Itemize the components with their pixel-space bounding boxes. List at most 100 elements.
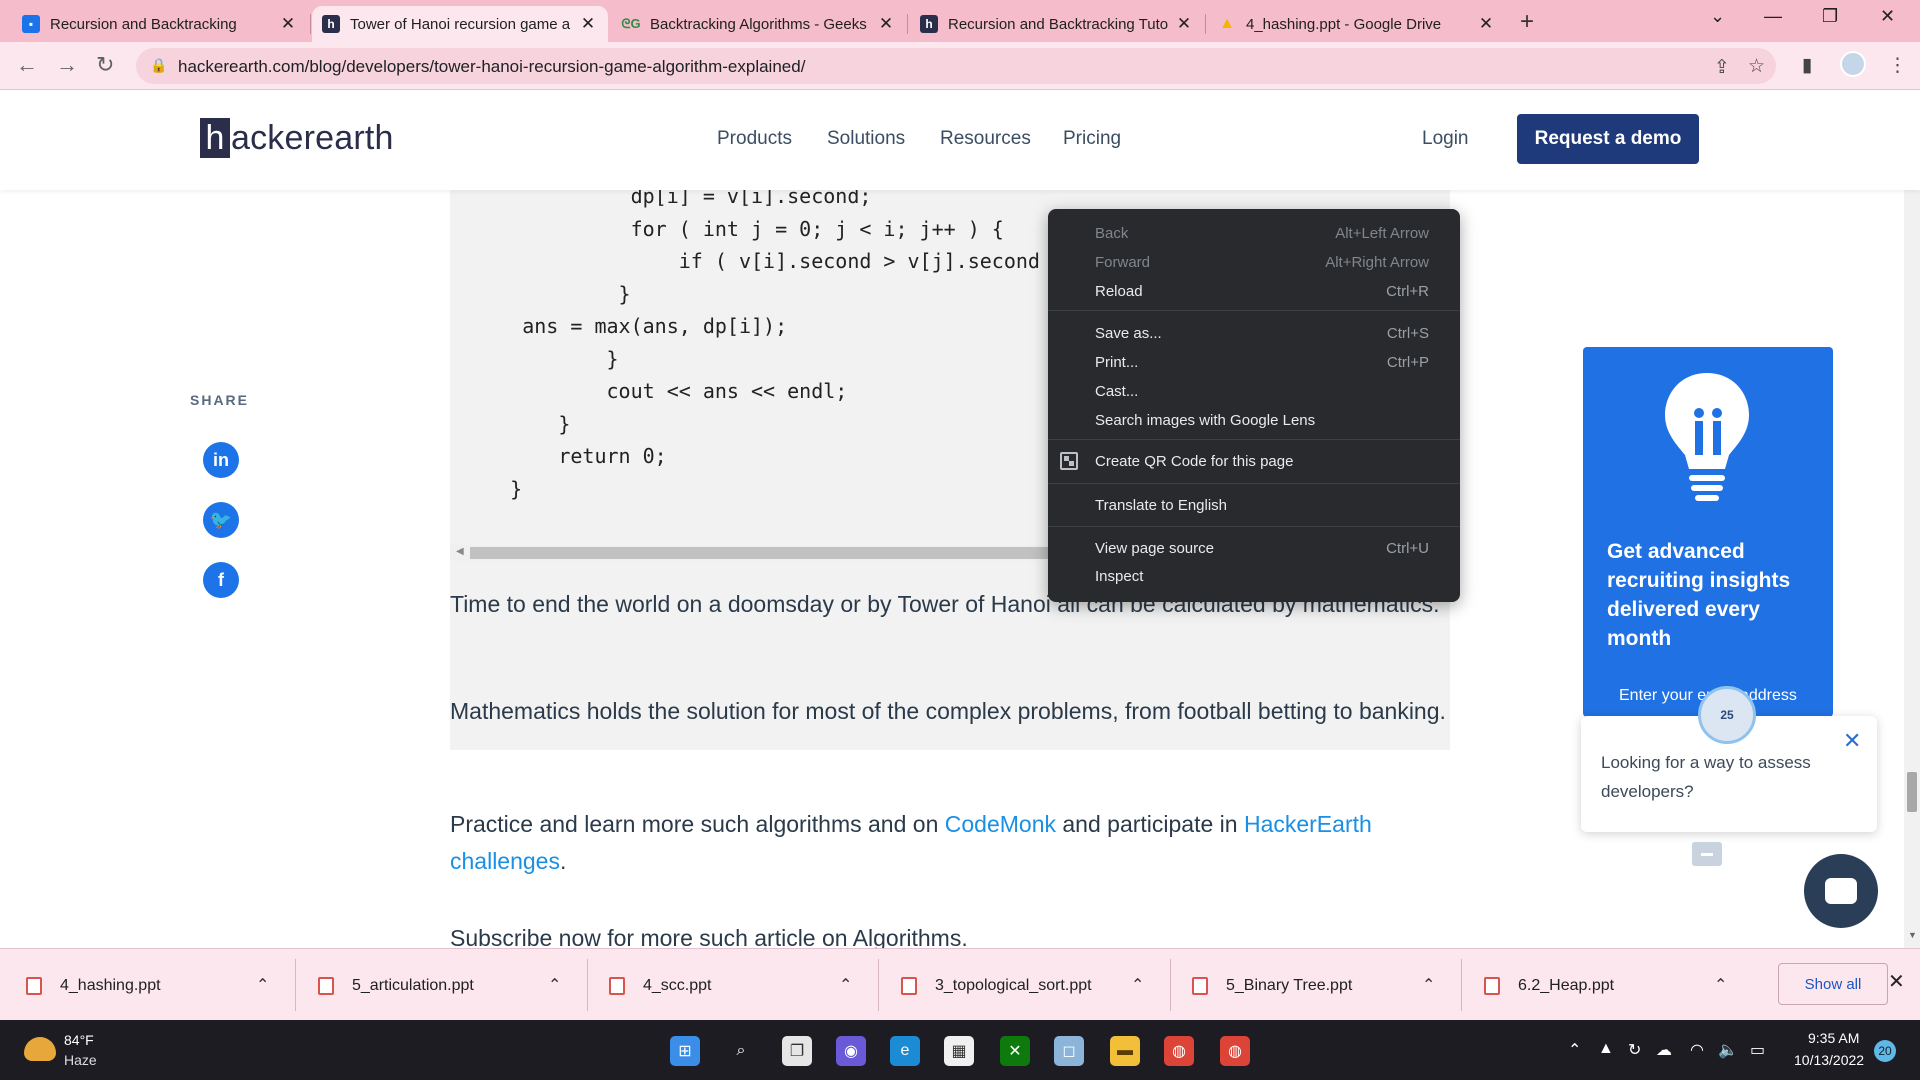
menu-divider — [1048, 439, 1460, 440]
browser-menu-icon[interactable]: ⋮ — [1888, 54, 1907, 77]
close-tab-icon[interactable]: ✕ — [1476, 14, 1496, 34]
menu-item-back[interactable]: Back Alt+Left Arrow — [1048, 219, 1460, 247]
url-text[interactable]: hackerearth.com/blog/developers/tower-ha… — [178, 57, 805, 77]
menu-item-qr-code[interactable]: Create QR Code for this page — [1048, 447, 1460, 475]
temperature[interactable]: 84°F — [64, 1032, 94, 1048]
sync-icon[interactable]: ↻ — [1628, 1040, 1641, 1060]
chevron-up-icon[interactable]: ⌃ — [1714, 975, 1727, 995]
browser-tab[interactable]: ▪ Recursion and Backtracking ✕ — [12, 6, 308, 42]
chat-launcher-button[interactable] — [1804, 854, 1878, 928]
nav-solutions[interactable]: Solutions — [827, 128, 905, 150]
photos-icon[interactable]: ◻ — [1054, 1036, 1084, 1066]
menu-item-view-source[interactable]: View page source Ctrl+U — [1048, 534, 1460, 562]
browser-tab[interactable]: ▲ 4_hashing.ppt - Google Drive ✕ — [1208, 6, 1506, 42]
teams-chat-icon[interactable]: ◉ — [836, 1036, 866, 1066]
show-all-downloads-button[interactable]: Show all — [1778, 963, 1888, 1005]
task-view-icon[interactable]: ❐ — [782, 1036, 812, 1066]
code-line: for ( int j = 0; j < i; j++ ) { — [462, 217, 1004, 241]
browser-tab[interactable]: h Recursion and Backtracking Tuto ✕ — [910, 6, 1204, 42]
minimize-chat-button[interactable] — [1692, 842, 1722, 866]
facebook-icon[interactable]: f — [203, 562, 239, 598]
battery-icon[interactable]: ▭ — [1750, 1040, 1765, 1060]
download-item[interactable]: 4_scc.ppt ⌃ — [583, 949, 873, 1021]
windows-taskbar: 84°F Haze ⊞ ⌕ ❐ ◉ e ▦ ✕ ◻ ▬ ◍ ◍ ⌃ ▲ ↻ ☁ … — [0, 1020, 1920, 1080]
close-icon[interactable]: ✕ — [1888, 969, 1905, 994]
reload-icon[interactable]: ↻ — [96, 52, 114, 78]
menu-item-google-lens[interactable]: Search images with Google Lens — [1048, 406, 1460, 434]
lock-icon[interactable]: 🔒 — [150, 57, 167, 74]
show-hidden-icons-icon[interactable]: ⌃ — [1568, 1040, 1581, 1060]
edge-browser-icon[interactable]: e — [890, 1036, 920, 1066]
onedrive-icon[interactable]: ☁ — [1656, 1040, 1672, 1060]
close-tab-icon[interactable]: ✕ — [278, 14, 298, 34]
tab-search-icon[interactable]: ⌄ — [1710, 6, 1725, 27]
browser-tab-active[interactable]: h Tower of Hanoi recursion game a ✕ — [312, 6, 608, 42]
menu-item-forward[interactable]: Forward Alt+Right Arrow — [1048, 248, 1460, 276]
chrome-profile-icon[interactable]: ◍ — [1220, 1036, 1250, 1066]
menu-item-inspect[interactable]: Inspect — [1048, 562, 1460, 590]
notification-badge[interactable]: 20 — [1874, 1040, 1896, 1062]
profile-avatar[interactable] — [1840, 51, 1866, 77]
download-item[interactable]: 6.2_Heap.ppt ⌃ — [1458, 949, 1748, 1021]
chrome-icon[interactable]: ◍ — [1164, 1036, 1194, 1066]
close-tab-icon[interactable]: ✕ — [578, 14, 598, 34]
login-link[interactable]: Login — [1422, 128, 1469, 150]
download-item[interactable]: 4_hashing.ppt ⌃ — [0, 949, 290, 1021]
volume-icon[interactable]: 🔈 — [1718, 1040, 1738, 1060]
menu-item-save-as[interactable]: Save as... Ctrl+S — [1048, 319, 1460, 347]
download-item[interactable]: 3_topological_sort.ppt ⌃ — [875, 949, 1165, 1021]
weather-haze-icon[interactable] — [24, 1037, 56, 1061]
menu-item-cast[interactable]: Cast... — [1048, 377, 1460, 405]
twitter-icon[interactable]: 🐦 — [203, 502, 239, 538]
forward-arrow-icon[interactable]: → — [56, 52, 78, 78]
chevron-up-icon[interactable]: ⌃ — [839, 975, 852, 995]
close-tab-icon[interactable]: ✕ — [876, 14, 896, 34]
browser-tab[interactable]: ᘓG Backtracking Algorithms - Geeks ✕ — [612, 6, 906, 42]
download-item[interactable]: 5_articulation.ppt ⌃ — [292, 949, 582, 1021]
wifi-icon[interactable]: ◠ — [1690, 1040, 1704, 1060]
download-item[interactable]: 5_Binary Tree.ppt ⌃ — [1166, 949, 1456, 1021]
side-panel-icon[interactable]: ▮ — [1802, 54, 1812, 77]
close-tab-icon[interactable]: ✕ — [1174, 14, 1194, 34]
drive-sync-icon[interactable]: ▲ — [1598, 1040, 1614, 1058]
codemonk-link[interactable]: CodeMonk — [945, 811, 1056, 837]
xbox-icon[interactable]: ✕ — [1000, 1036, 1030, 1066]
microsoft-store-icon[interactable]: ▦ — [944, 1036, 974, 1066]
new-tab-button[interactable]: + — [1520, 8, 1534, 36]
page-vertical-scrollbar[interactable]: ▼ — [1904, 90, 1920, 948]
share-page-icon[interactable]: ⇪ — [1714, 56, 1730, 79]
code-line: } — [462, 412, 571, 436]
menu-item-reload[interactable]: Reload Ctrl+R — [1048, 277, 1460, 305]
request-demo-button[interactable]: Request a demo — [1517, 114, 1699, 164]
scrollbar-thumb[interactable] — [1907, 772, 1917, 812]
weather-condition[interactable]: Haze — [64, 1052, 97, 1068]
chevron-up-icon[interactable]: ⌃ — [548, 975, 561, 995]
minimize-button[interactable]: — — [1764, 6, 1782, 27]
close-icon[interactable]: ✕ — [1843, 728, 1861, 754]
windows-start-icon[interactable]: ⊞ — [670, 1036, 700, 1066]
chat-bubble-icon — [1825, 878, 1857, 904]
restore-button[interactable]: ❐ — [1822, 6, 1838, 27]
menu-item-print[interactable]: Print... Ctrl+P — [1048, 348, 1460, 376]
scroll-down-arrow-icon[interactable]: ▼ — [1908, 930, 1917, 940]
nav-products[interactable]: Products — [717, 128, 792, 150]
nav-pricing[interactable]: Pricing — [1063, 128, 1121, 150]
chevron-up-icon[interactable]: ⌃ — [1131, 975, 1144, 995]
hackerearth-logo[interactable]: h ackerearth — [200, 118, 394, 158]
file-explorer-icon[interactable]: ▬ — [1110, 1036, 1140, 1066]
clock-time[interactable]: 9:35 AM — [1808, 1030, 1859, 1046]
menu-shortcut: Ctrl+P — [1386, 354, 1429, 371]
search-icon[interactable]: ⌕ — [726, 1036, 756, 1066]
chevron-up-icon[interactable]: ⌃ — [256, 975, 269, 995]
back-arrow-icon[interactable]: ← — [16, 52, 38, 78]
bookmark-star-icon[interactable]: ☆ — [1748, 55, 1765, 78]
menu-item-translate[interactable]: Translate to English — [1048, 491, 1460, 519]
close-window-button[interactable]: ✕ — [1880, 6, 1895, 27]
chevron-up-icon[interactable]: ⌃ — [1422, 975, 1435, 995]
address-bar[interactable]: 🔒 hackerearth.com/blog/developers/tower-… — [136, 48, 1776, 84]
scroll-left-arrow-icon[interactable]: ◀ — [456, 546, 464, 557]
nav-resources[interactable]: Resources — [940, 128, 1031, 150]
scrollbar-thumb[interactable] — [470, 547, 1070, 559]
linkedin-icon[interactable]: in — [203, 442, 239, 478]
clock-date[interactable]: 10/13/2022 — [1794, 1052, 1864, 1068]
